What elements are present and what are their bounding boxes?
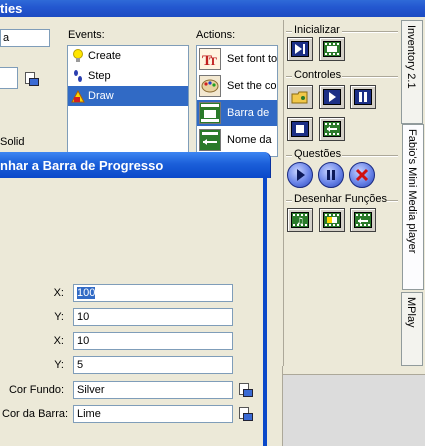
solid-label: Solid [0,136,25,148]
film-icon [323,41,341,57]
set-position-button[interactable] [319,117,345,141]
svg-text:T: T [209,54,217,68]
lightbulb-icon [71,49,85,63]
progress-bar-dialog: nhar a Barra de Progresso X: 100 Y: 10 X… [0,152,271,446]
tab-mini-media-player[interactable]: Fabio's Mini Media player [402,124,424,290]
background-color-input[interactable]: Silver [73,381,233,399]
open-folder-icon [291,89,309,105]
group-title-inicializar: Inicializar [294,24,340,36]
dialog-titlebar[interactable]: nhar a Barra de Progresso [0,152,271,178]
color-picker-icon[interactable] [239,407,253,421]
stop-icon [291,121,309,137]
draw-name-button[interactable] [350,208,376,232]
event-create[interactable]: Create [68,46,188,66]
field-label-x2: X: [53,335,64,347]
font-icon: TT [199,48,221,70]
actions-label: Actions: [196,29,236,41]
field-label-y2: Y: [54,359,64,371]
events-label: Events: [68,29,105,41]
group-title-desenhar: Desenhar Funções [294,193,387,205]
is-paused-button[interactable] [318,162,344,188]
media-player-film-icon [199,102,221,124]
open-file-button[interactable] [287,85,313,109]
question-stop-icon [355,168,369,182]
action-name[interactable]: Nome da [197,127,277,154]
position-film-icon [323,121,341,137]
svg-text:♫: ♫ [296,217,304,227]
tab-inventory[interactable]: Inventory 2.1 [401,20,423,124]
init-progress-button[interactable] [319,37,345,61]
group-line [286,76,292,78]
group-title-controles: Controles [294,69,342,81]
desktop-background [282,366,425,446]
x1-input[interactable]: 100 [73,284,233,302]
pause-icon [354,89,372,105]
back-window-title: ties [0,1,23,16]
field-label-bar-color: Cor da Barra: [2,408,69,420]
field-label-x1: X: [53,287,64,299]
is-playing-button[interactable] [287,162,313,188]
group-line [342,31,398,33]
play-button[interactable] [319,85,345,109]
actions-list[interactable]: TT Set font to Set the co Barra de Nome … [196,45,278,157]
action-set-color[interactable]: Set the co [197,73,277,100]
event-step[interactable]: Step [68,66,188,86]
dialog-body: X: 100 Y: 10 X: 10 Y: 5 Cor Fundo: Silve… [0,178,267,446]
panel-left-edge [270,366,283,446]
y1-input[interactable]: 10 [73,308,233,326]
name-film-icon [354,212,372,228]
color-picker-icon[interactable] [239,383,253,397]
tab-mplay[interactable]: MPlay [401,292,423,366]
name-field[interactable]: a [0,29,50,47]
group-line [286,200,292,202]
progress-film-icon [323,212,341,228]
group-title-questoes: Questões [294,148,342,160]
stop-button[interactable] [287,117,313,141]
field-label-y1: Y: [54,311,64,323]
footsteps-icon [71,69,85,83]
draw-progress-bar-button[interactable] [319,208,345,232]
dialog-title: nhar a Barra de Progresso [0,158,164,173]
group-line [342,155,398,157]
y2-input[interactable]: 5 [73,356,233,374]
group-line [286,155,292,157]
draw-shapes-icon [71,89,85,103]
event-draw[interactable]: Draw [68,86,188,106]
action-progress-bar[interactable]: Barra de [197,100,277,127]
name-field-value: a [3,32,10,44]
panel-bottom-edge [282,366,425,375]
question-play-icon [297,169,305,181]
name-label-icon [199,129,221,151]
x2-input[interactable]: 10 [73,332,233,350]
draw-music-name-button[interactable]: ♫ [287,208,313,232]
action-set-font[interactable]: TT Set font to [197,46,277,73]
group-line [342,76,398,78]
bar-color-input[interactable]: Lime [73,405,233,423]
back-window-titlebar: ties [0,0,425,17]
sprite-preview-box [0,67,18,89]
is-stopped-button[interactable] [349,162,375,188]
pause-button[interactable] [350,85,376,109]
group-line [286,31,292,33]
music-film-icon: ♫ [291,212,309,228]
play-icon [323,89,341,105]
init-player-button[interactable] [287,37,313,61]
sprite-picker-icon[interactable] [25,72,39,86]
events-list[interactable]: Create Step Draw [67,45,189,159]
group-line [387,200,398,202]
field-label-background-color: Cor Fundo: [8,384,64,396]
player-init-icon [291,41,309,57]
palette-icon [199,75,221,97]
question-pause-icon [327,170,335,180]
